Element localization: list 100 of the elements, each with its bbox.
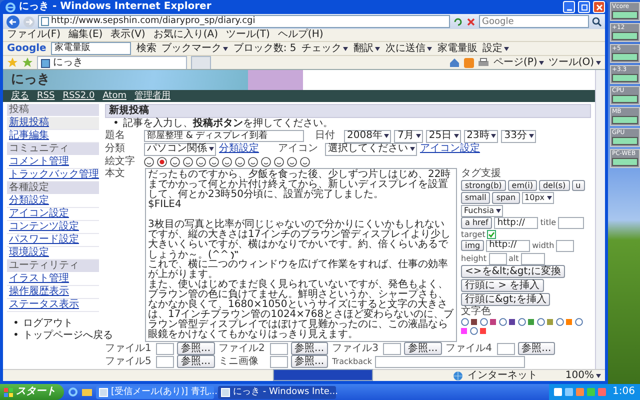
file-field[interactable]	[496, 342, 515, 355]
sidebar-link[interactable]: ステータス表示	[7, 299, 99, 312]
emoji-radio[interactable]	[222, 156, 232, 166]
date-dropdown[interactable]: 33分	[501, 130, 536, 142]
toolbar-button[interactable]: 次に送信	[385, 42, 432, 54]
back-button[interactable]	[6, 14, 20, 28]
browse-button[interactable]: 参照...	[177, 355, 215, 368]
taskbar-button[interactable]: [受信メール(あり)] 青孔...	[96, 386, 214, 398]
convert-button[interactable]: <>を&lt;&gt;に変換	[461, 264, 566, 278]
search-field[interactable]: Google	[479, 15, 589, 28]
tag-button[interactable]: em(i)	[508, 180, 537, 192]
color-radio[interactable]	[556, 318, 564, 326]
tag-button[interactable]: strong(b)	[461, 180, 506, 192]
browser-launch-icon[interactable]	[68, 387, 78, 397]
maximize-button[interactable]	[578, 1, 590, 13]
date-dropdown[interactable]: 7月	[394, 130, 423, 142]
toolbar-button[interactable]: 家電量販	[437, 42, 478, 54]
date-dropdown[interactable]: 25日	[426, 130, 461, 142]
sidebar-link[interactable]: 新規投稿	[7, 117, 99, 130]
command-menu[interactable]: ツール(O)	[548, 56, 601, 68]
trackback-field[interactable]	[375, 356, 526, 368]
nav-link[interactable]: RSS	[37, 92, 55, 100]
favorites-star-icon[interactable]	[7, 57, 18, 68]
sidebar-link[interactable]: コメント管理	[7, 156, 99, 169]
convert-button[interactable]: 行頭に > を挿入	[461, 278, 544, 292]
tag-button[interactable]: u	[572, 180, 585, 192]
emoji-radio[interactable]	[144, 156, 154, 166]
icon-dropdown[interactable]: 選択してください	[325, 142, 417, 156]
color-radio[interactable]	[518, 318, 526, 326]
nav-link[interactable]: 管理者用	[134, 92, 170, 100]
color-radio[interactable]	[537, 318, 545, 326]
sidebar-link[interactable]: 操作履歴表示	[7, 286, 99, 299]
emoji-radio[interactable]	[170, 156, 180, 166]
browse-button[interactable]: 参照...	[290, 355, 328, 368]
file-field[interactable]	[156, 342, 174, 355]
menu-item[interactable]: ファイル(F)	[7, 29, 61, 41]
color-radio[interactable]	[480, 318, 488, 326]
color-radio[interactable]	[575, 318, 583, 326]
title-field[interactable]: 部屋整理 & ディスプレイ到着	[144, 130, 304, 142]
tag-button[interactable]: a href	[461, 217, 492, 229]
tag-button[interactable]: small	[461, 192, 490, 204]
checkbox[interactable]	[487, 230, 496, 240]
sidebar-link[interactable]: パスワード設定	[7, 234, 99, 247]
emoji-radio[interactable]	[183, 156, 193, 166]
menu-item[interactable]: ヘルプ(H)	[278, 29, 324, 41]
emoji-radio[interactable]	[300, 156, 310, 166]
sidebar-link[interactable]: コンテンツ設定	[7, 221, 99, 234]
toolbar-button[interactable]: ブックマーク	[161, 42, 228, 54]
browse-button[interactable]: 参照...	[290, 342, 328, 356]
scrollbar[interactable]	[595, 70, 605, 369]
menu-item[interactable]: ツール(T)	[226, 29, 270, 41]
zoom-button[interactable]: 100%	[565, 370, 601, 382]
browse-button[interactable]: 参照...	[177, 342, 215, 356]
sidebar-link[interactable]: トップページへ戻る	[22, 330, 113, 342]
toolbar-button[interactable]: 翻訳	[353, 42, 380, 54]
toolbar-button[interactable]: 検索	[136, 42, 156, 54]
file-field[interactable]	[270, 356, 288, 368]
file-field[interactable]	[270, 342, 288, 355]
tag-button[interactable]: img	[461, 240, 484, 252]
search-icon[interactable]	[592, 16, 602, 26]
settings-link[interactable]: アイコン設定	[420, 143, 480, 155]
menu-item[interactable]: 編集(E)	[68, 29, 103, 41]
emoji-radio[interactable]	[274, 156, 284, 166]
emoji-radio[interactable]	[157, 156, 167, 166]
file-field[interactable]	[156, 356, 174, 368]
toolbar-button[interactable]: ブロック数: 5	[233, 42, 296, 54]
stop-icon[interactable]	[466, 16, 476, 26]
toolbar-search-field[interactable]: 家電量販	[51, 42, 132, 55]
browse-button[interactable]: 参照...	[404, 342, 442, 356]
print-icon[interactable]	[478, 58, 490, 68]
refresh-icon[interactable]	[453, 16, 463, 26]
width-field[interactable]	[556, 240, 574, 252]
title-field[interactable]	[558, 217, 584, 230]
file-field[interactable]	[383, 342, 402, 355]
color-radio[interactable]	[470, 326, 478, 335]
close-button[interactable]	[593, 1, 605, 13]
url-field[interactable]: http://	[486, 240, 530, 252]
emoji-radio[interactable]	[235, 156, 245, 166]
sidebar-link[interactable]: 分類設定	[7, 195, 99, 208]
convert-button[interactable]: 行頭に&gt;を挿入	[461, 292, 550, 306]
emoji-radio[interactable]	[196, 156, 206, 166]
folder-launch-icon[interactable]	[82, 387, 92, 397]
feed-icon[interactable]	[464, 58, 474, 68]
date-dropdown[interactable]: 23時	[464, 130, 498, 142]
emoji-radio[interactable]	[248, 156, 258, 166]
settings-link[interactable]: 分類設定	[219, 143, 259, 155]
minimize-button[interactable]	[563, 1, 575, 13]
date-dropdown[interactable]: 2008年	[344, 130, 392, 142]
browser-tab[interactable]: にっき	[37, 56, 187, 69]
nav-link[interactable]: RSS2.0	[62, 92, 95, 100]
add-favorite-icon[interactable]	[22, 57, 33, 68]
color-radio[interactable]	[461, 318, 469, 326]
browse-button[interactable]: 参照...	[518, 342, 556, 356]
color-dropdown[interactable]: Fuchsia	[461, 205, 503, 218]
nav-link[interactable]: 戻る	[11, 92, 29, 100]
color-radio[interactable]	[499, 318, 507, 326]
nav-link[interactable]: Atom	[102, 92, 126, 100]
size-dropdown[interactable]: 10px	[522, 192, 554, 204]
tag-button[interactable]: del(s)	[538, 180, 570, 192]
emoji-radio[interactable]	[261, 156, 271, 166]
